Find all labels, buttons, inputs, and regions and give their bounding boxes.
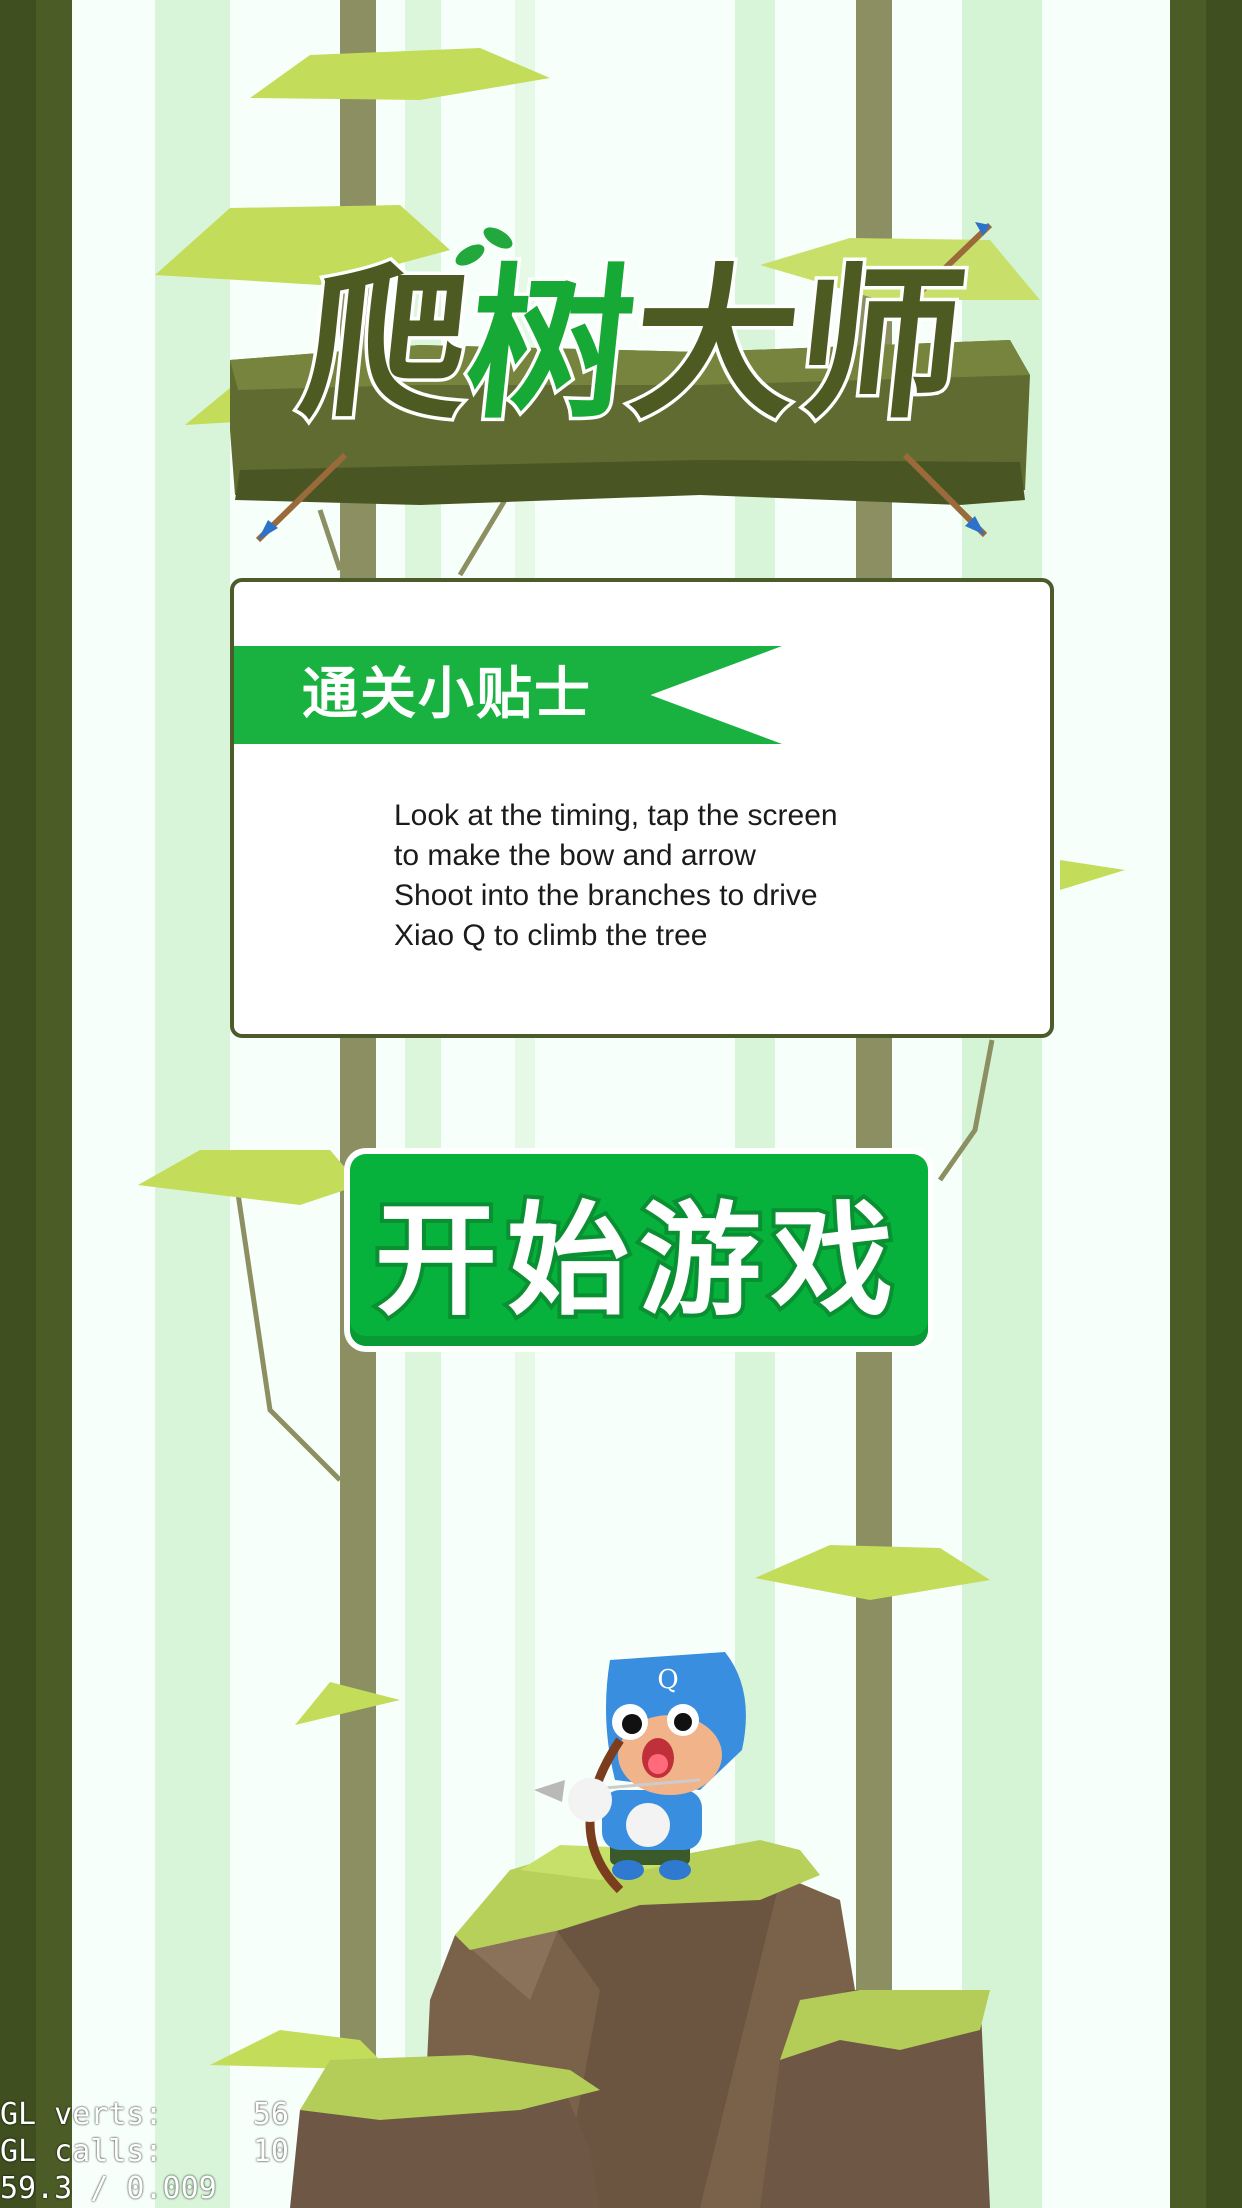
debug-stats: GL verts: 56 GL calls: 10 59.3 / 0.009 (0, 2096, 289, 2207)
start-game-button[interactable]: 开始游戏 (344, 1148, 934, 1352)
start-game-button-face[interactable]: 开始游戏 (350, 1154, 928, 1346)
tip-line: Shoot into the branches to drive (394, 879, 818, 912)
start-game-label: 开始游戏 (371, 1186, 903, 1336)
tip-line: to make the bow and arrow (394, 839, 756, 872)
title-char-3: 大 (619, 246, 805, 445)
gl-calls: GL calls: 10 (0, 2134, 289, 2169)
character-letter: Q (657, 1665, 678, 1695)
tips-header: 通关小贴士 (302, 662, 592, 727)
title-char-4: 师 (784, 246, 970, 445)
tip-line: Xiao Q to climb the tree (394, 919, 708, 952)
fps: 59.3 / 0.009 (0, 2171, 217, 2206)
tips-card: 通关小贴士 Look at the timing, tap the screen… (230, 578, 1054, 1038)
archer-character: Q (534, 1652, 746, 1894)
title-char-1: 爬 (289, 246, 475, 445)
tips-ribbon: 通关小贴士 (234, 646, 782, 744)
game-screen[interactable]: Q 爬 树 大 师 通关小贴士 Look at the timing, tap … (0, 0, 1242, 2208)
tip-line: Look at the timing, tap the screen (394, 799, 838, 832)
gl-verts: GL verts: 56 (0, 2097, 289, 2132)
game-title: 爬 树 大 师 (280, 246, 980, 445)
tip-text: Look at the timing, tap the screen to ma… (394, 796, 994, 956)
title-char-2: 树 (454, 246, 640, 445)
